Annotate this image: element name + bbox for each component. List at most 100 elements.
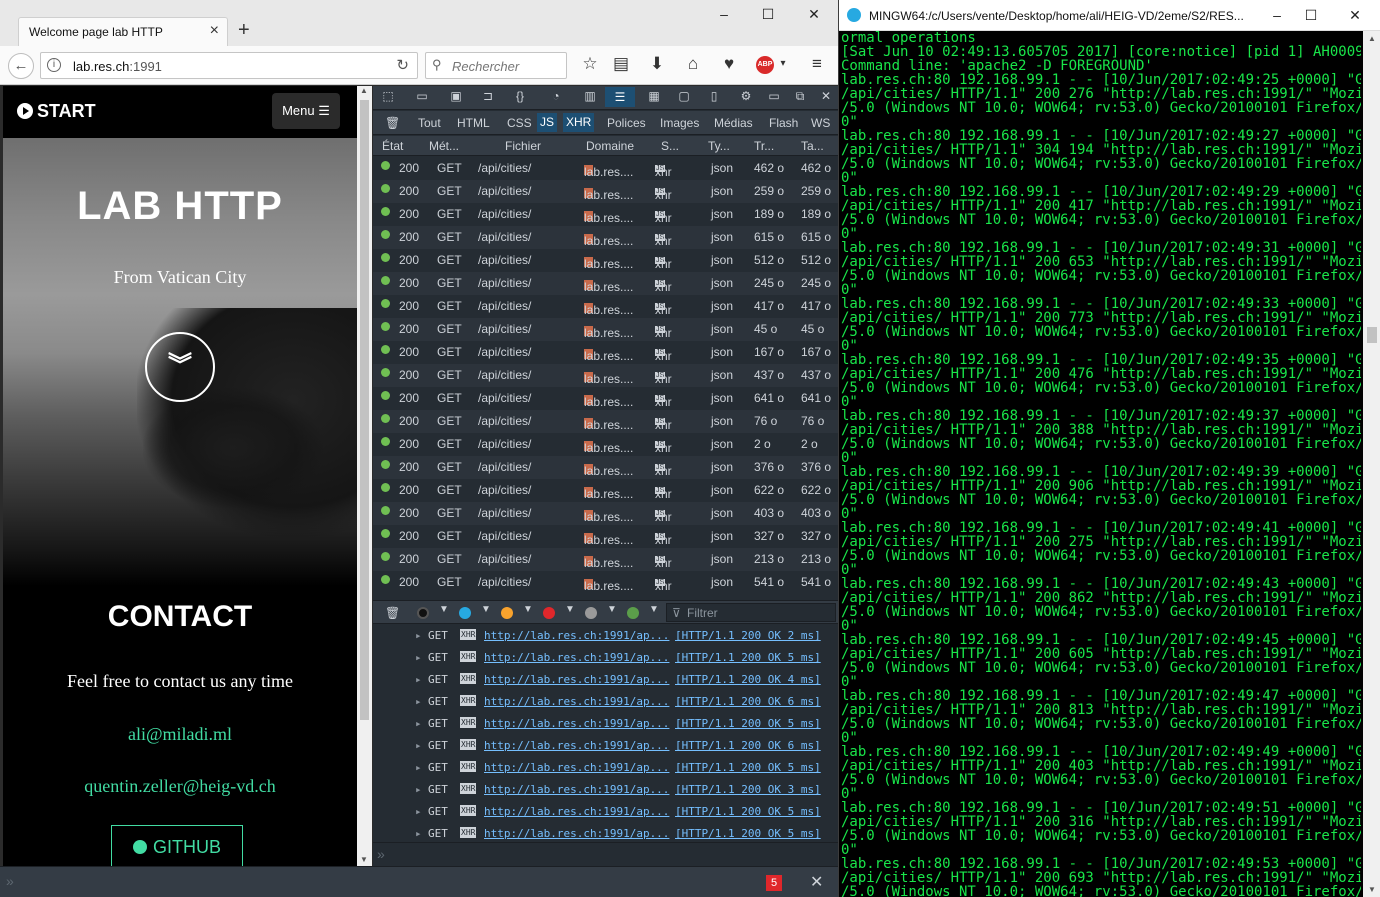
adblock-dropdown-icon[interactable]: ▾ bbox=[772, 58, 794, 69]
js-filter-dot-icon[interactable] bbox=[501, 607, 513, 619]
bookmark-star-icon[interactable]: ☆ bbox=[579, 54, 601, 74]
minimize-icon[interactable]: – bbox=[714, 6, 734, 22]
column-cause[interactable]: S... bbox=[661, 139, 679, 153]
memory-icon[interactable]: ▥ bbox=[581, 89, 599, 103]
filter-polices[interactable]: Polices bbox=[607, 116, 646, 130]
network-request-row[interactable]: 200 GET/api/cities/lab.res.... JS xhr json 18… bbox=[373, 203, 838, 226]
console-icon[interactable]: ▣ bbox=[447, 89, 465, 103]
console-result-link[interactable]: [HTTP/1.1 200 OK 2 ms] bbox=[675, 629, 821, 642]
scroll-down-button[interactable]: ︾ bbox=[145, 332, 215, 402]
expand-triangle-icon[interactable]: ▸ bbox=[415, 783, 422, 796]
network-request-row[interactable]: 200 GET/api/cities/lab.res.... JS xhr json 46… bbox=[373, 157, 838, 180]
scratchpad-icon[interactable]: ▢ bbox=[675, 89, 693, 103]
site-info-icon[interactable]: i bbox=[47, 58, 61, 72]
network-request-row[interactable]: 200 GET/api/cities/lab.res.... JS xhr json 32… bbox=[373, 525, 838, 548]
expand-triangle-icon[interactable]: ▸ bbox=[415, 695, 422, 708]
console-result-link[interactable]: [HTTP/1.1 200 OK 5 ms] bbox=[675, 761, 821, 774]
expand-triangle-icon[interactable]: ▸ bbox=[415, 673, 422, 686]
network-request-row[interactable]: 200 GET/api/cities/lab.res.... JS xhr json 24… bbox=[373, 272, 838, 295]
network-request-row[interactable]: 200 GET/api/cities/lab.res.... JS xhr json 54… bbox=[373, 571, 838, 594]
filter-medias[interactable]: Médias bbox=[714, 116, 753, 130]
network-request-row[interactable]: 200 GET/api/cities/lab.res.... JS xhr json 41… bbox=[373, 295, 838, 318]
filter-html[interactable]: HTML bbox=[457, 116, 490, 130]
network-request-row[interactable]: 200 GET/api/cities/lab.res.... JS xhr json 16… bbox=[373, 341, 838, 364]
console-message-row[interactable]: ▸ GET XHR http://lab.res.ch:1991/ap... [HTTP… bbox=[373, 713, 838, 735]
server-filter-dot-icon[interactable] bbox=[627, 607, 639, 619]
network-request-row[interactable]: 200 GET/api/cities/lab.res.... JS xhr json 76… bbox=[373, 410, 838, 433]
responsive-mode-icon[interactable]: ▯ bbox=[705, 89, 723, 103]
console-result-link[interactable]: [HTTP/1.1 200 OK 5 ms] bbox=[675, 827, 821, 840]
maximize-icon[interactable]: ☐ bbox=[758, 6, 778, 23]
reading-list-icon[interactable]: ▤ bbox=[610, 54, 632, 74]
console-result-link[interactable]: [HTTP/1.1 200 OK 5 ms] bbox=[675, 805, 821, 818]
console-result-link[interactable]: [HTTP/1.1 200 OK 5 ms] bbox=[675, 651, 821, 664]
filter-flash[interactable]: Flash bbox=[769, 116, 798, 130]
console-url-link[interactable]: http://lab.res.ch:1991/ap... bbox=[484, 673, 669, 686]
close-split-console-icon[interactable]: ✕ bbox=[810, 872, 823, 892]
network-icon[interactable]: ☰ bbox=[605, 87, 635, 107]
console-prompt-icon[interactable]: » bbox=[6, 873, 14, 889]
console-url-link[interactable]: http://lab.res.ch:1991/ap... bbox=[484, 629, 669, 642]
clear-network-icon[interactable]: 🗑 bbox=[385, 116, 400, 130]
network-request-row[interactable]: 200 GET/api/cities/lab.res.... JS xhr json 40… bbox=[373, 502, 838, 525]
email-link-ali[interactable]: ali@miladi.ml bbox=[3, 724, 357, 745]
column-domain[interactable]: Domaine bbox=[586, 139, 634, 153]
terminal-minimize-icon[interactable]: – bbox=[1267, 7, 1287, 23]
start-link[interactable]: START bbox=[17, 101, 96, 122]
performance-icon[interactable]: ◔ bbox=[547, 89, 565, 103]
console-message-row[interactable]: ▸ GET XHR http://lab.res.ch:1991/ap... [HTTP… bbox=[373, 735, 838, 757]
console-url-link[interactable]: http://lab.res.ch:1991/ap... bbox=[484, 761, 669, 774]
expand-triangle-icon[interactable]: ▸ bbox=[415, 827, 422, 840]
console-message-row[interactable]: ▸ GET XHR http://lab.res.ch:1991/ap... [HTTP… bbox=[373, 647, 838, 669]
network-request-row[interactable]: 200 GET/api/cities/lab.res.... JS xhr json 25… bbox=[373, 180, 838, 203]
browser-tab[interactable]: Welcome page lab HTTP × bbox=[18, 17, 228, 46]
scroll-down-arrow-icon[interactable]: ▼ bbox=[360, 855, 368, 864]
email-link-quentin[interactable]: quentin.zeller@heig-vd.ch bbox=[3, 776, 357, 797]
network-request-row[interactable]: 200 GET/api/cities/lab.res.... JS xhr json 21… bbox=[373, 548, 838, 571]
network-request-row[interactable]: 200 GET/api/cities/lab.res.... JS xhr json 61… bbox=[373, 226, 838, 249]
dock-bottom-icon[interactable]: ▭ bbox=[765, 89, 783, 103]
console-result-link[interactable]: [HTTP/1.1 200 OK 5 ms] bbox=[675, 717, 821, 730]
filter-css[interactable]: CSS bbox=[507, 116, 532, 130]
network-request-row[interactable]: 200 GET/api/cities/lab.res.... JS xhr json 51… bbox=[373, 249, 838, 272]
security-filter-dot-icon[interactable] bbox=[543, 607, 555, 619]
column-method[interactable]: Mét... bbox=[429, 139, 459, 153]
expand-triangle-icon[interactable]: ▸ bbox=[415, 717, 422, 730]
column-file[interactable]: Fichier bbox=[505, 139, 541, 153]
console-message-row[interactable]: ▸ GET XHR http://lab.res.ch:1991/ap... [HTTP… bbox=[373, 669, 838, 691]
expand-triangle-icon[interactable]: ▸ bbox=[415, 805, 422, 818]
inspector-icon[interactable]: ▭ bbox=[413, 89, 431, 103]
net-filter-dot-icon[interactable] bbox=[417, 607, 429, 619]
style-editor-icon[interactable]: {} bbox=[511, 89, 529, 103]
column-status[interactable]: État bbox=[382, 139, 403, 153]
error-count-badge[interactable]: 5 bbox=[766, 875, 782, 891]
column-type[interactable]: Ty... bbox=[708, 139, 730, 153]
network-request-row[interactable]: 200 GET/api/cities/lab.res.... JS xhr json 2 … bbox=[373, 433, 838, 456]
page-scroll-thumb[interactable] bbox=[360, 100, 369, 720]
filter-tout[interactable]: Tout bbox=[418, 116, 441, 130]
security-filter-caret-icon[interactable]: ▼ bbox=[565, 604, 575, 615]
close-window-icon[interactable]: ✕ bbox=[804, 6, 824, 23]
debugger-icon[interactable]: ⊐ bbox=[479, 89, 497, 103]
close-tab-icon[interactable]: × bbox=[210, 22, 219, 40]
pocket-icon[interactable]: ♥ bbox=[718, 54, 740, 74]
console-result-link[interactable]: [HTTP/1.1 200 OK 6 ms] bbox=[675, 695, 821, 708]
hamburger-menu-icon[interactable]: ≡ bbox=[806, 54, 828, 74]
logging-filter-dot-icon[interactable] bbox=[585, 607, 597, 619]
scroll-up-arrow-icon[interactable]: ▲ bbox=[360, 86, 368, 95]
console-message-row[interactable]: ▸ GET XHR http://lab.res.ch:1991/ap... [HTTP… bbox=[373, 625, 838, 647]
github-button[interactable]: GITHUB bbox=[111, 825, 243, 866]
reload-icon[interactable]: ↻ bbox=[396, 56, 409, 74]
network-request-row[interactable]: 200 GET/api/cities/lab.res.... JS xhr json 45… bbox=[373, 318, 838, 341]
console-filter-input[interactable]: ⊽ Filtrer bbox=[666, 603, 836, 622]
terminal-close-icon[interactable]: ✕ bbox=[1345, 7, 1365, 24]
css-filter-caret-icon[interactable]: ▼ bbox=[481, 604, 491, 615]
console-url-link[interactable]: http://lab.res.ch:1991/ap... bbox=[484, 827, 669, 840]
network-request-row[interactable]: 200 GET/api/cities/lab.res.... JS xhr json 64… bbox=[373, 387, 838, 410]
separate-window-icon[interactable]: ⧉ bbox=[791, 89, 809, 104]
console-url-link[interactable]: http://lab.res.ch:1991/ap... bbox=[484, 651, 669, 664]
url-bar[interactable]: i lab.res.ch:1991 ↻ bbox=[40, 52, 418, 79]
console-input[interactable]: » bbox=[373, 842, 838, 866]
network-request-row[interactable]: 200 GET/api/cities/lab.res.... JS xhr json 62… bbox=[373, 479, 838, 502]
filter-js[interactable]: JS bbox=[537, 113, 558, 132]
